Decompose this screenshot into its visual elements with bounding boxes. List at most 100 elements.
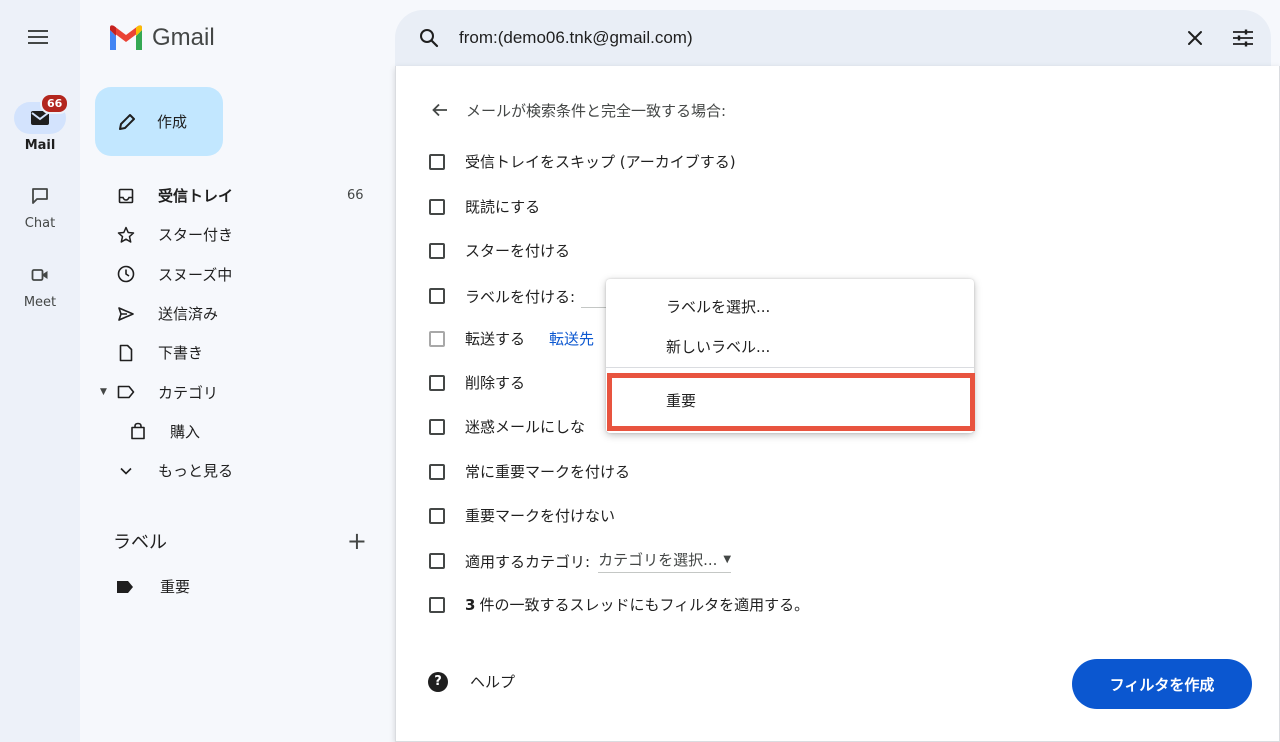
- labels-section-header: ラベル +: [113, 528, 373, 554]
- nav-starred-label: スター付き: [158, 226, 234, 245]
- tune-icon: [1233, 29, 1253, 47]
- expand-arrow-icon[interactable]: ▼: [100, 387, 116, 397]
- apply-label-checkbox[interactable]: [429, 288, 445, 304]
- shopping-bag-icon: [128, 421, 148, 441]
- compose-button[interactable]: 作成: [95, 87, 223, 156]
- inbox-count: 66: [347, 188, 364, 204]
- menu-divider: [606, 367, 974, 368]
- apply-existing-checkbox[interactable]: [429, 596, 445, 613]
- arrow-back-icon: [432, 103, 447, 117]
- rail-mail-label: Mail: [24, 138, 56, 153]
- app-rail: 66 Mail Chat Meet: [0, 0, 80, 742]
- option-forward: 転送する 転送先: [429, 328, 594, 349]
- apply-label-label: ラベルを付ける:: [465, 287, 576, 306]
- nav-snoozed[interactable]: スヌーズ中: [80, 255, 380, 294]
- main-menu-button[interactable]: [24, 26, 52, 52]
- matching-thread-count: 3: [465, 595, 476, 614]
- clock-icon: [116, 264, 136, 284]
- pencil-icon: [119, 113, 135, 130]
- nav-sent-label: 送信済み: [158, 305, 219, 324]
- compose-label: 作成: [157, 113, 188, 131]
- rail-meet-label: Meet: [23, 295, 57, 310]
- category-select-dropdown[interactable]: カテゴリを選択... ▼: [598, 549, 732, 573]
- caret-down-icon: ▼: [723, 554, 732, 565]
- star-checkbox[interactable]: [429, 242, 445, 259]
- delete-label: 削除する: [465, 374, 526, 392]
- label-item-label: 重要: [160, 578, 191, 596]
- nav-categories-label: カテゴリ: [158, 383, 219, 402]
- add-label-button[interactable]: +: [347, 529, 367, 553]
- option-star: スターを付ける: [429, 240, 570, 261]
- forward-checkbox[interactable]: [429, 330, 445, 347]
- create-filter-button[interactable]: フィルタを作成: [1072, 659, 1252, 709]
- label-item-important[interactable]: 重要: [116, 576, 190, 597]
- close-icon: [1188, 31, 1202, 45]
- nav-more-label: もっと見る: [158, 462, 234, 481]
- mark-read-checkbox[interactable]: [429, 198, 445, 215]
- skip-inbox-label: 受信トレイをスキップ (アーカイブする): [465, 153, 736, 171]
- forward-label: 転送する: [465, 330, 526, 348]
- chat-icon: [32, 188, 48, 204]
- option-delete: 削除する: [429, 372, 525, 393]
- rail-mail[interactable]: 66 Mail: [0, 93, 80, 153]
- always-important-label: 常に重要マークを付ける: [465, 463, 631, 481]
- category-label: 適用するカテゴリ:: [465, 552, 591, 571]
- rail-meet[interactable]: Meet: [0, 259, 80, 310]
- app-name: Gmail: [152, 24, 215, 51]
- draft-icon: [116, 343, 136, 363]
- nav-categories[interactable]: ▼ カテゴリ: [80, 372, 380, 411]
- clear-search-button[interactable]: [1175, 18, 1215, 58]
- label-outline-icon: [116, 382, 136, 402]
- mark-read-label: 既読にする: [465, 198, 541, 216]
- star-icon: [116, 225, 136, 245]
- gmail-m-icon: [110, 25, 142, 50]
- folder-nav: 受信トレイ 66 スター付き スヌーズ中 送信済み 下書き ▼ カテゴリ 購入 …: [80, 176, 380, 490]
- never-important-checkbox[interactable]: [429, 507, 445, 524]
- option-always-important: 常に重要マークを付ける: [429, 461, 630, 482]
- option-category: 適用するカテゴリ: カテゴリを選択... ▼: [429, 549, 732, 573]
- help-icon: ?: [428, 671, 448, 692]
- highlight-annotation-box: [607, 373, 975, 431]
- star-label: スターを付ける: [465, 242, 571, 260]
- search-icon[interactable]: [417, 26, 441, 50]
- skip-inbox-checkbox[interactable]: [429, 153, 445, 170]
- always-important-checkbox[interactable]: [429, 463, 445, 480]
- never-spam-label: 迷惑メールにしな: [465, 418, 586, 436]
- nav-starred[interactable]: スター付き: [80, 215, 380, 254]
- rail-chat-label: Chat: [24, 216, 56, 231]
- never-important-label: 重要マークを付けない: [465, 507, 616, 525]
- option-never-important: 重要マークを付けない: [429, 505, 615, 526]
- search-input[interactable]: from:(demo06.tnk@gmail.com): [459, 28, 1175, 48]
- nav-snoozed-label: スヌーズ中: [158, 265, 233, 284]
- nav-purchases[interactable]: 購入: [80, 412, 380, 451]
- video-camera-icon: [31, 269, 48, 281]
- help-link[interactable]: ? ヘルプ: [428, 671, 515, 692]
- never-spam-checkbox[interactable]: [429, 418, 445, 435]
- category-select-value: カテゴリを選択...: [598, 551, 718, 569]
- help-label: ヘルプ: [470, 673, 516, 691]
- mail-unread-badge: 66: [40, 93, 70, 114]
- search-options-button[interactable]: [1223, 18, 1263, 58]
- labels-heading: ラベル: [113, 532, 167, 553]
- nav-inbox[interactable]: 受信トレイ 66: [80, 176, 380, 215]
- inbox-icon: [116, 186, 136, 206]
- menu-item-choose-label[interactable]: ラベルを選択...: [606, 287, 974, 325]
- option-never-spam: 迷惑メールにしな: [429, 416, 585, 437]
- menu-item-new-label[interactable]: 新しいラベル...: [606, 327, 974, 365]
- rail-chat[interactable]: Chat: [0, 180, 80, 231]
- nav-drafts-label: 下書き: [158, 344, 204, 363]
- search-bar[interactable]: from:(demo06.tnk@gmail.com): [395, 10, 1271, 66]
- option-skip-inbox: 受信トレイをスキップ (アーカイブする): [429, 151, 736, 172]
- back-button[interactable]: [428, 98, 452, 122]
- nav-purchases-label: 購入: [170, 422, 201, 441]
- nav-sent[interactable]: 送信済み: [80, 294, 380, 333]
- nav-drafts[interactable]: 下書き: [80, 333, 380, 372]
- gmail-logo[interactable]: Gmail: [108, 24, 215, 52]
- rail-mail-pill[interactable]: 66: [14, 93, 70, 134]
- send-icon: [116, 304, 136, 324]
- forward-address-link[interactable]: 転送先: [549, 328, 594, 349]
- nav-more[interactable]: もっと見る: [80, 451, 380, 490]
- category-checkbox[interactable]: [429, 553, 445, 569]
- nav-inbox-label: 受信トレイ: [158, 187, 234, 206]
- delete-checkbox[interactable]: [429, 374, 445, 391]
